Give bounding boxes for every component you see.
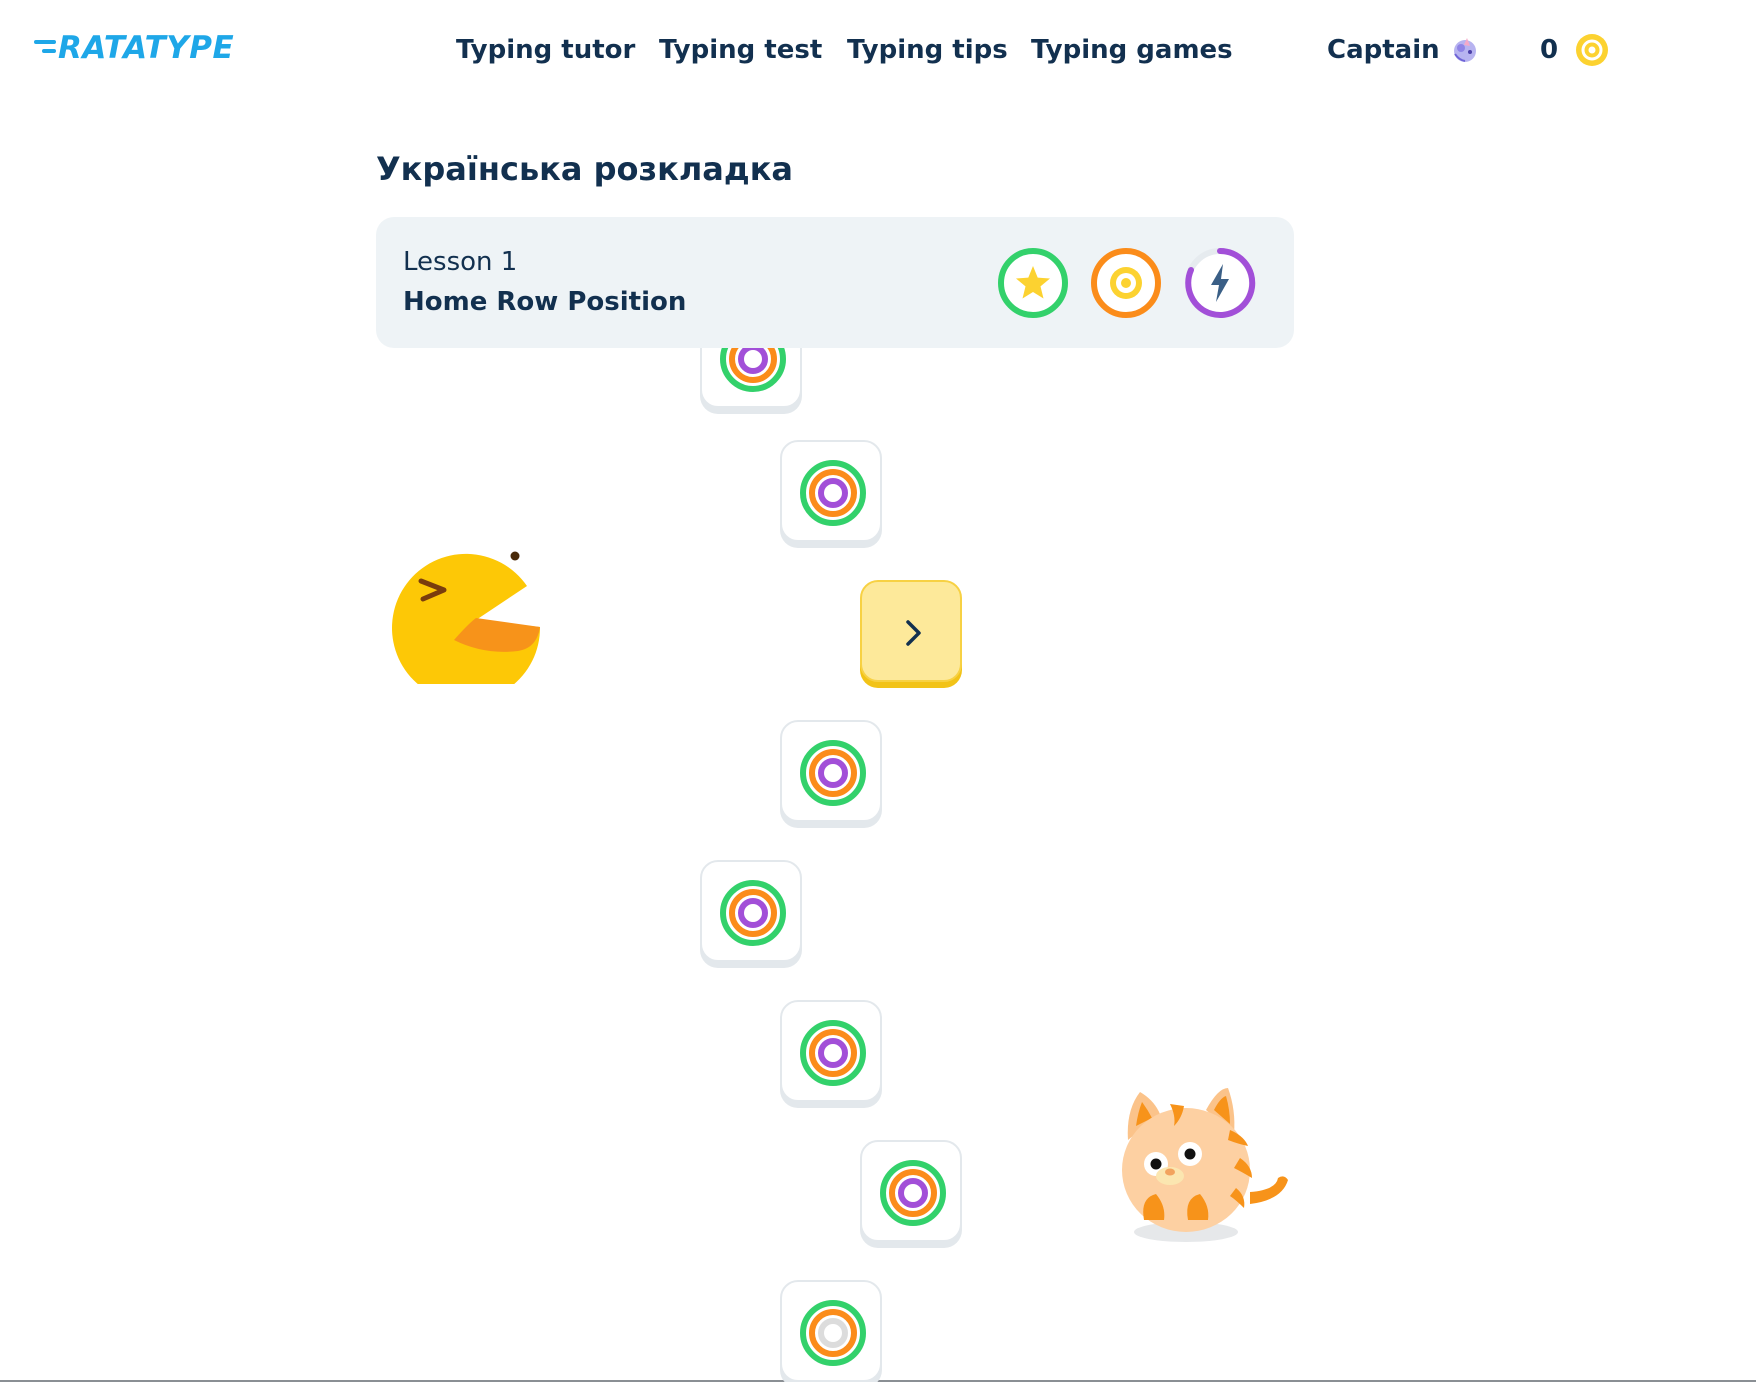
page: RATATYPE Typing tutor Typing test Typing… [0, 0, 1756, 1382]
cat-mascot-icon [1122, 1088, 1288, 1242]
lesson-card[interactable]: Lesson 1 Home Row Position [376, 217, 1294, 348]
target-icon [800, 1300, 866, 1366]
lesson-step-7[interactable] [860, 1140, 962, 1242]
nav-typing-tips[interactable]: Typing tips [847, 30, 1008, 70]
lesson-step-2[interactable] [780, 440, 882, 542]
target-icon [720, 880, 786, 946]
ratatype-logo[interactable]: RATATYPE [34, 28, 234, 68]
lesson-step-5[interactable] [700, 860, 802, 962]
target-icon [800, 740, 866, 806]
lesson-step-4[interactable] [780, 720, 882, 822]
target-icon [880, 1160, 946, 1226]
unicorn-icon[interactable] [1449, 34, 1481, 66]
target-icon [800, 460, 866, 526]
lesson-step-8[interactable] [780, 1280, 882, 1382]
lesson-step-current[interactable] [860, 580, 962, 682]
coin-count: 0 [1540, 35, 1559, 65]
nav-typing-games[interactable]: Typing games [1031, 30, 1233, 70]
logo-text: RATATYPE [58, 30, 235, 66]
nav-typing-test[interactable]: Typing test [659, 30, 822, 70]
nav-typing-tutor[interactable]: Typing tutor [456, 30, 635, 70]
star-badge-icon [998, 248, 1068, 318]
logo-mark-icon [34, 39, 56, 53]
pacman-mascot-icon [392, 546, 541, 684]
chevron-right-icon [906, 620, 921, 646]
page-title: Українська розкладка [376, 150, 794, 188]
target-icon [800, 1020, 866, 1086]
coin-icon [1576, 34, 1608, 66]
speed-badge-icon [1185, 247, 1256, 318]
lesson-name: Home Row Position [403, 287, 687, 317]
lesson-number: Lesson 1 [403, 247, 518, 277]
lesson-step-6[interactable] [780, 1000, 882, 1102]
user-name[interactable]: Captain [1327, 30, 1440, 70]
accuracy-badge-icon [1091, 248, 1161, 318]
